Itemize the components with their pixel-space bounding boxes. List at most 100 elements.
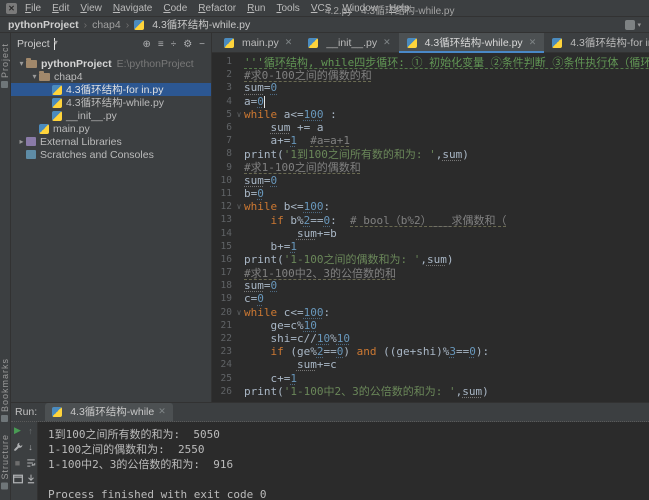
text-caret bbox=[264, 96, 265, 108]
tool-window-button-project[interactable]: Project bbox=[0, 43, 10, 88]
code-text: #求0-100之间的偶数的和 bbox=[244, 67, 372, 83]
code-text: sum += a bbox=[244, 121, 324, 134]
breadcrumb-item[interactable]: pythonProject bbox=[8, 19, 79, 31]
stop-icon[interactable]: ■ bbox=[12, 457, 23, 468]
breadcrumb: pythonProject›chap4›4.3循环结构-while.py bbox=[8, 17, 250, 32]
code-editor[interactable]: 1'''循环结构, while四步循环: ① 初始化变量 ②条件判断 ③条件执行… bbox=[212, 53, 649, 402]
tree-item-label: External Libraries bbox=[40, 136, 122, 148]
run-label: Run: bbox=[15, 406, 37, 418]
lib-icon bbox=[26, 137, 36, 146]
up-stack-icon[interactable]: ↑ bbox=[25, 425, 36, 436]
line-number: 24 bbox=[212, 359, 234, 370]
line-number: 16 bbox=[212, 254, 234, 265]
breadcrumb-item[interactable]: 4.3循环结构-while.py bbox=[134, 17, 250, 32]
close-icon[interactable]: ✕ bbox=[529, 37, 537, 48]
editor-tab[interactable]: __init__.py ✕ bbox=[300, 33, 398, 52]
tool-window-button-bookmarks[interactable]: Bookmarks bbox=[0, 358, 10, 422]
tree-expand-icon[interactable]: ▾ bbox=[17, 59, 26, 68]
menu-item-tools[interactable]: Tools bbox=[276, 3, 299, 14]
line-number: 11 bbox=[212, 188, 234, 199]
tree-expand-icon[interactable]: ▸ bbox=[17, 137, 26, 146]
soft-wrap-icon[interactable] bbox=[25, 457, 36, 468]
menu-item-navigate[interactable]: Navigate bbox=[113, 3, 152, 14]
tree-item[interactable]: ▾pythonProjectE:\pythonProject bbox=[11, 57, 211, 70]
close-icon[interactable]: ✕ bbox=[285, 37, 293, 48]
fold-icon[interactable]: ∨ bbox=[234, 308, 244, 317]
chevron-down-icon[interactable]: ▾ bbox=[54, 38, 55, 50]
window-title: 4.2.py - 4.3循环结构-while.py bbox=[325, 2, 455, 17]
code-line: 11 b=0 bbox=[212, 187, 649, 200]
line-number: 3 bbox=[212, 82, 234, 93]
rerun-icon[interactable]: ▶ bbox=[12, 425, 23, 436]
line-number: 14 bbox=[212, 228, 234, 239]
editor-tab-label: 4.3循环结构-while.py bbox=[425, 35, 523, 50]
down-stack-icon[interactable]: ↓ bbox=[25, 441, 36, 452]
line-number: 4 bbox=[212, 96, 234, 107]
tree-item[interactable]: main.py bbox=[11, 122, 211, 135]
expand-all-icon[interactable]: ≡ bbox=[158, 39, 164, 50]
menu-item-view[interactable]: View bbox=[80, 3, 102, 14]
tree-item[interactable]: 4.3循环结构-while.py bbox=[11, 96, 211, 109]
console-line: 1-100中2、3的公倍数的和为: 916 bbox=[48, 457, 649, 472]
editor-tab-label: __init__.py bbox=[326, 37, 377, 49]
menu-item-edit[interactable]: Edit bbox=[52, 3, 69, 14]
code-line: 17#求1-100中2、3的公倍数的和 bbox=[212, 266, 649, 279]
code-line: 5∨while a<=100 : bbox=[212, 108, 649, 121]
menu-item-code[interactable]: Code bbox=[163, 3, 187, 14]
code-line: 3sum=0 bbox=[212, 81, 649, 94]
code-text: a=0 bbox=[244, 95, 265, 108]
editor-tab[interactable]: main.py✕ bbox=[216, 33, 300, 52]
line-number: 13 bbox=[212, 214, 234, 225]
breadcrumb-item[interactable]: chap4 bbox=[92, 19, 121, 31]
fold-icon[interactable]: ∨ bbox=[234, 110, 244, 119]
menu-item-file[interactable]: File bbox=[25, 3, 41, 14]
structure-icon bbox=[2, 483, 9, 490]
line-number: 6 bbox=[212, 122, 234, 133]
run-widget-icon[interactable] bbox=[625, 20, 635, 30]
menu-item-run[interactable]: Run bbox=[247, 3, 265, 14]
tree-item[interactable]: ▸ External Libraries bbox=[11, 135, 211, 148]
project-toolbar: ⊕ ≡ ÷ ⚙− bbox=[142, 39, 205, 50]
tree-expand-icon[interactable]: ▾ bbox=[30, 72, 39, 81]
editor-tab[interactable]: 4.3循环结构-for in.py✕ bbox=[544, 33, 649, 52]
line-number: 25 bbox=[212, 373, 234, 384]
fold-icon[interactable]: ∨ bbox=[234, 202, 244, 211]
settings-icon[interactable]: ⚙ bbox=[183, 39, 192, 50]
line-number: 21 bbox=[212, 320, 234, 331]
tree-item-label: pythonProject bbox=[41, 58, 112, 70]
line-number: 22 bbox=[212, 333, 234, 344]
tree-item-label: chap4 bbox=[54, 71, 83, 83]
code-text: b=0 bbox=[244, 187, 264, 200]
tree-item[interactable]: __init__.py bbox=[11, 109, 211, 122]
line-number: 9 bbox=[212, 162, 234, 173]
code-text: while c<=100: bbox=[244, 306, 330, 319]
tree-item[interactable]: Scratches and Consoles bbox=[11, 148, 211, 161]
breadcrumb-separator: › bbox=[84, 19, 88, 31]
close-icon[interactable]: ✕ bbox=[158, 406, 166, 417]
console-output: 1到100之间所有数的和为: 50501-100之间的偶数和为: 25501-1… bbox=[38, 422, 649, 500]
python-file-icon bbox=[552, 38, 562, 48]
close-icon[interactable]: ✕ bbox=[383, 37, 391, 48]
navigation-bar: pythonProject›chap4›4.3循环结构-while.py ▾ bbox=[0, 17, 649, 33]
code-text: sum+=c bbox=[244, 358, 337, 371]
project-panel-title[interactable]: Project bbox=[17, 38, 50, 50]
tool-window-button-structure[interactable]: Structure bbox=[0, 434, 10, 490]
code-text: sum=0 bbox=[244, 279, 277, 292]
wrench-icon[interactable] bbox=[12, 441, 23, 452]
collapse-all-icon[interactable]: ÷ bbox=[171, 39, 177, 50]
editor-tab[interactable]: 4.3循环结构-while.py ✕ bbox=[399, 33, 545, 52]
line-number: 20 bbox=[212, 307, 234, 318]
scroll-end-icon[interactable] bbox=[25, 473, 36, 484]
menu-item-refactor[interactable]: Refactor bbox=[198, 3, 236, 14]
console-icon[interactable] bbox=[12, 473, 23, 484]
code-line: 22 shi=c//10%10 bbox=[212, 332, 649, 345]
chevron-down-icon[interactable]: ▾ bbox=[637, 21, 641, 29]
console-line: 1-100之间的偶数和为: 2550 bbox=[48, 442, 649, 457]
locate-icon[interactable]: ⊕ bbox=[142, 39, 150, 50]
folder-icon bbox=[26, 60, 37, 68]
run-tab[interactable]: 4.3循环结构-while ✕ bbox=[45, 403, 173, 421]
hide-icon[interactable]: − bbox=[199, 39, 205, 50]
left-tool-strip: Project Bookmarks Structure bbox=[0, 33, 11, 500]
python-file-icon bbox=[224, 38, 234, 48]
python-file-icon bbox=[407, 38, 417, 48]
